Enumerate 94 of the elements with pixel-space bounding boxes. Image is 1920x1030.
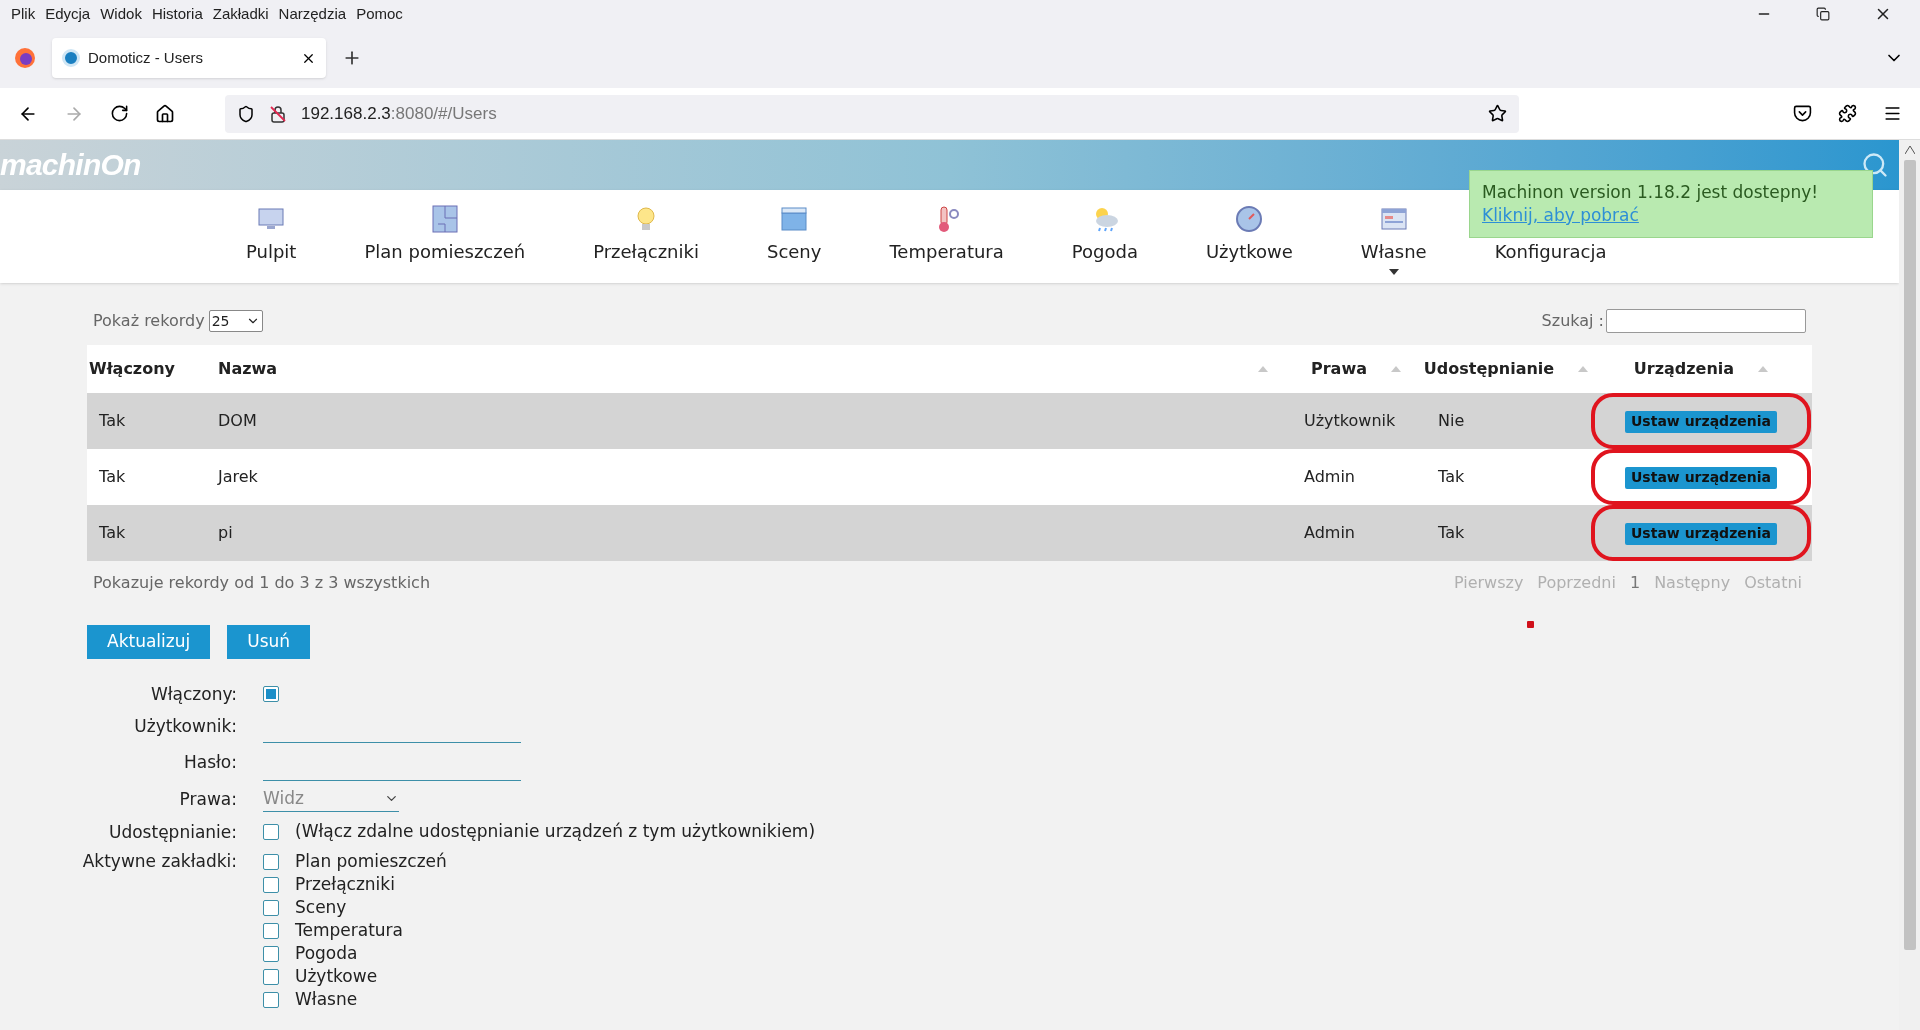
checkbox-label: Pogoda (295, 941, 358, 965)
sharing-checkbox[interactable] (263, 824, 279, 840)
column-header[interactable]: Nazwa (196, 345, 1290, 393)
menu-item[interactable]: Widok (95, 2, 147, 26)
table-cell: Tak (1438, 523, 1465, 542)
search-field[interactable] (1606, 309, 1806, 333)
reload-icon[interactable] (110, 104, 129, 123)
form-label: Włączony: (149, 683, 237, 706)
tab-checkbox[interactable] (263, 968, 279, 985)
menu-icon[interactable] (1883, 104, 1902, 123)
menu-item[interactable]: Zakładki (207, 2, 274, 26)
nav-item[interactable]: Sceny (760, 204, 828, 275)
table-info: Pokazuje rekordy od 1 do 3 z 3 wszystkich (92, 572, 431, 594)
table-cell: Tak (1438, 467, 1465, 486)
table-cell: Admin (1304, 523, 1355, 542)
checkbox-label: (Włącz zdalne udostępnianie urządzeń z tym użytkownikiem) (295, 820, 816, 844)
nav-item[interactable]: Własne (1354, 204, 1433, 275)
form-label: Prawa: (178, 788, 237, 811)
table-cell: Tak (99, 411, 126, 430)
table-cell: Tak (99, 467, 126, 486)
restore-icon[interactable] (1816, 7, 1830, 21)
nav-item[interactable]: Plan pomieszczeń (358, 204, 532, 275)
form-label: Aktywne zakładki: (81, 850, 237, 873)
menu-item[interactable]: Edycja (40, 2, 96, 26)
pagination-link[interactable]: 1 (1629, 571, 1641, 595)
menu-item[interactable]: Historia (146, 2, 208, 26)
sort-icon (1758, 366, 1769, 372)
extensions-icon[interactable] (1838, 104, 1857, 123)
table-row[interactable]: Tak DOM Użytkownik Nie Ustaw urządzenia (87, 393, 1812, 449)
table-row[interactable]: Tak pi Admin Tak Ustaw urządzenia (87, 505, 1812, 561)
column-header[interactable]: Włączony (87, 345, 196, 393)
checkbox-label: Sceny (295, 895, 347, 919)
insecure-lock-icon (269, 104, 287, 123)
dropdown-caret-icon (1388, 269, 1399, 275)
set-devices-button[interactable]: Ustaw urządzenia (1625, 466, 1777, 489)
scrollbar-thumb[interactable] (1903, 160, 1916, 950)
browser-logo-icon[interactable] (14, 47, 36, 69)
form-label: Hasło: (182, 751, 237, 774)
floor-plan-icon (429, 204, 460, 234)
length-label: Pokaż rekordy (93, 310, 205, 332)
tab-title: Domoticz - Users (88, 47, 204, 68)
tab-checkbox[interactable] (263, 853, 279, 870)
tab-checkbox[interactable] (263, 876, 279, 893)
table-cell: DOM (218, 411, 257, 430)
gauge-icon (1234, 204, 1265, 234)
tab-checkbox[interactable] (263, 899, 279, 916)
sort-icon (1578, 366, 1589, 372)
browser-tab[interactable]: Domoticz - Users (52, 38, 326, 78)
search-icon[interactable] (1861, 151, 1889, 179)
menu-item[interactable]: Narzędzia (273, 2, 352, 26)
table-row[interactable]: Tak Jarek Admin Tak Ustaw urządzenia (87, 449, 1812, 505)
form-label: Użytkownik: (133, 715, 237, 738)
nav-item[interactable]: Pogoda (1065, 204, 1144, 275)
table-cell: Nie (1438, 411, 1465, 430)
checkbox-label: Temperatura (295, 918, 404, 942)
sort-icon (1391, 366, 1401, 372)
length-select[interactable]: 25 (208, 310, 263, 332)
site-favicon-icon (62, 49, 80, 67)
checkbox-label: Własne (295, 987, 358, 1011)
column-header[interactable]: Prawa (1290, 345, 1422, 393)
table-cell: pi (218, 523, 233, 542)
clapperboard-icon (779, 204, 810, 234)
tab-checkbox[interactable] (263, 945, 279, 962)
checkbox-label: Użytkowe (295, 964, 378, 988)
nav-item[interactable]: Pulpit (240, 204, 303, 275)
column-header[interactable]: Udostępnianie (1422, 345, 1590, 393)
pocket-icon[interactable] (1793, 104, 1812, 123)
update-notification: Machinon version 1.18.2 jest dostepny! Kliknij, aby pobrać (1469, 170, 1873, 238)
table-cell: Użytkownik (1304, 411, 1396, 430)
shield-icon (237, 104, 255, 123)
scroll-up-icon[interactable] (1904, 146, 1915, 154)
set-devices-button[interactable]: Ustaw urządzenia (1625, 410, 1777, 433)
url-text: 192.168.2.3:8080/#/Users (301, 102, 498, 125)
tab-checkbox[interactable] (263, 922, 279, 939)
checkbox-label: Przełączniki (295, 872, 395, 896)
bookmark-star-icon[interactable] (1488, 104, 1507, 123)
checkbox-label: Plan pomieszczeń (295, 849, 447, 873)
address-bar[interactable]: 192.168.2.3:8080/#/Users (225, 94, 1519, 133)
nav-item[interactable]: Przełączniki (587, 204, 705, 275)
nav-item[interactable]: Użytkowe (1199, 204, 1299, 275)
table-cell: Tak (99, 523, 126, 542)
nav-item[interactable]: Temperatura (883, 204, 1010, 275)
sort-icon (1258, 366, 1268, 372)
menu-item[interactable]: Plik (6, 2, 41, 26)
column-header[interactable]: Urządzenia (1590, 345, 1812, 393)
enabled-checkbox[interactable] (263, 686, 279, 702)
set-devices-button[interactable]: Ustaw urządzenia (1625, 522, 1777, 545)
tab-checkbox[interactable] (263, 991, 279, 1008)
search-label: Szukaj : (1541, 310, 1604, 332)
table-cell: Jarek (218, 467, 258, 486)
form-label: Udostępnianie: (108, 821, 237, 844)
menu-item[interactable]: Pomoc (351, 2, 408, 26)
table-cell: Admin (1304, 467, 1355, 486)
home-icon[interactable] (155, 103, 175, 124)
